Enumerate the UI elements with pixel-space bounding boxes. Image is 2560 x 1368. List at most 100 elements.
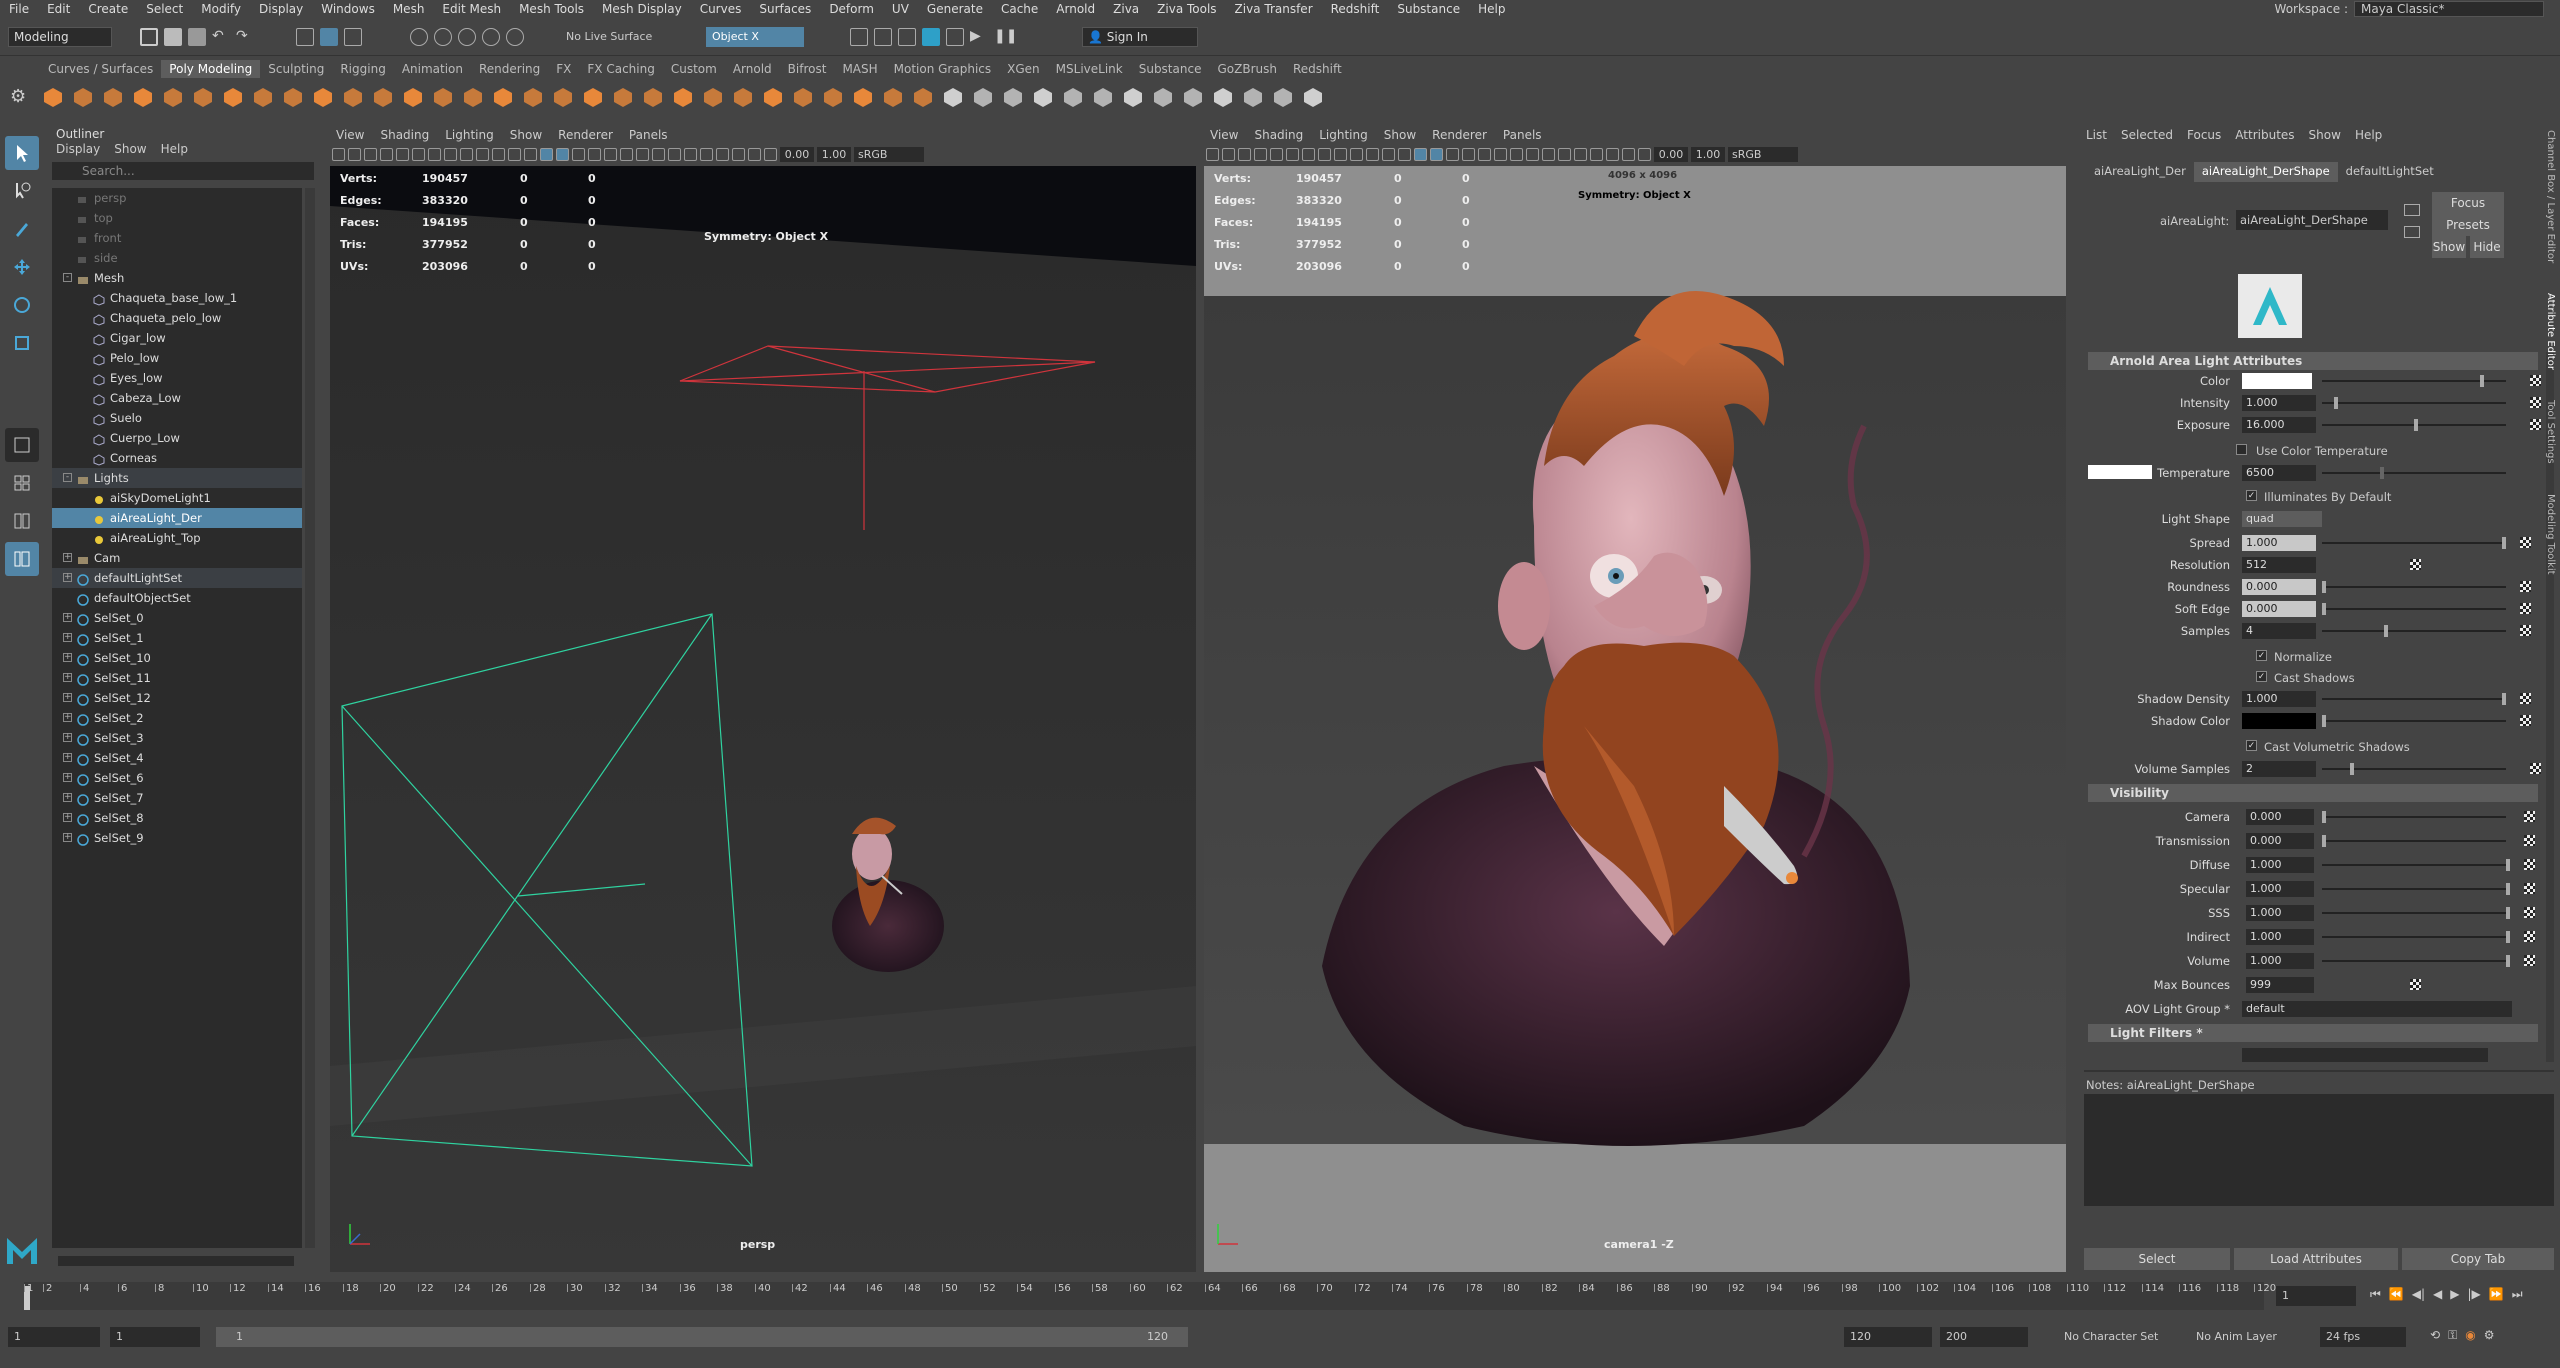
shelf-tab-bifrost[interactable]: Bifrost xyxy=(780,60,835,78)
attr-max-bounces-field[interactable]: 999 xyxy=(2246,977,2314,993)
redo-icon[interactable]: ↷ xyxy=(236,28,254,46)
shelf-plane-icon[interactable] xyxy=(190,84,216,110)
vp1-menu-panels[interactable]: Panels xyxy=(629,128,668,142)
auto-key-icon[interactable]: ◉ xyxy=(2465,1328,2475,1343)
shelf-cone-icon[interactable] xyxy=(130,84,156,110)
outliner-item-selset-4[interactable]: + SelSet_4 xyxy=(52,748,302,768)
outliner-item-corneas[interactable]: Corneas xyxy=(52,448,302,468)
shelf-mirror-icon[interactable] xyxy=(490,84,516,110)
ae-tab-transform[interactable]: aiAreaLight_Der xyxy=(2086,162,2194,182)
attr-sss-slider[interactable] xyxy=(2322,912,2506,914)
outliner-item-selset-6[interactable]: + SelSet_6 xyxy=(52,768,302,788)
shelf-remesh-icon[interactable] xyxy=(610,84,636,110)
snap-grid-icon[interactable] xyxy=(410,28,428,46)
attr-specular-map-icon[interactable] xyxy=(2524,883,2535,894)
viewport-toolbar-icon[interactable] xyxy=(636,147,649,161)
shelf-type-icon[interactable] xyxy=(340,84,366,110)
shelf-tab-mslivelink[interactable]: MSLiveLink xyxy=(1048,60,1131,78)
ipr-render-icon[interactable] xyxy=(874,28,892,46)
viewport-toolbar-icon[interactable] xyxy=(1638,147,1651,161)
section-visibility[interactable]: Visibility xyxy=(2088,784,2538,802)
menu-cache[interactable]: Cache xyxy=(992,2,1047,16)
menu-select[interactable]: Select xyxy=(137,2,192,16)
shelf-tab-mash[interactable]: MASH xyxy=(834,60,885,78)
outliner-item-selset-3[interactable]: + SelSet_3 xyxy=(52,728,302,748)
outliner-item-selset-10[interactable]: + SelSet_10 xyxy=(52,648,302,668)
outliner-menu-help[interactable]: Help xyxy=(161,142,188,160)
ae-show-button[interactable]: Show xyxy=(2432,236,2466,258)
shelf-tab-animation[interactable]: Animation xyxy=(394,60,471,78)
shelf-cylindrical-map-icon[interactable] xyxy=(1090,84,1116,110)
vp2-menu-shading[interactable]: Shading xyxy=(1254,128,1303,142)
cast-shadows-checkbox[interactable]: ✓ xyxy=(2256,671,2267,682)
menu-redshift[interactable]: Redshift xyxy=(1322,2,1389,16)
menu-file[interactable]: File xyxy=(0,2,38,16)
viewport-toolbar-icon[interactable] xyxy=(1350,147,1363,161)
attr-shadow-color-slider[interactable] xyxy=(2322,720,2506,722)
attr-sss-map-icon[interactable] xyxy=(2524,907,2535,918)
render-view-icon[interactable] xyxy=(946,28,964,46)
outliner-menu-show[interactable]: Show xyxy=(114,142,146,160)
viewport-toolbar-icon[interactable] xyxy=(572,147,585,161)
ae-tab-lightset[interactable]: defaultLightSet xyxy=(2338,162,2442,182)
shelf-reduce-icon[interactable] xyxy=(580,84,606,110)
ae-focus-button[interactable]: Focus xyxy=(2432,192,2504,214)
attr-spread-slider[interactable] xyxy=(2322,542,2506,544)
attr-shadow-color-knob[interactable] xyxy=(2322,715,2326,727)
attr-diffuse-field[interactable]: 1.000 xyxy=(2246,857,2314,873)
viewport-camera1[interactable]: View Shading Lighting Show Renderer Pane… xyxy=(1200,126,2070,1276)
viewport-toolbar-icon[interactable] xyxy=(1462,147,1475,161)
viewport-toolbar-icon[interactable] xyxy=(700,147,713,161)
outliner-item-chaqueta-pelo-low[interactable]: Chaqueta_pelo_low xyxy=(52,308,302,328)
step-back-frame-icon[interactable]: ◀| xyxy=(2412,1287,2425,1302)
open-scene-icon[interactable] xyxy=(164,28,182,46)
shelf-cylinder-icon[interactable] xyxy=(100,84,126,110)
expand-toggle-icon[interactable]: + xyxy=(63,633,72,642)
viewport-toolbar-icon[interactable] xyxy=(1542,147,1555,161)
vp1-menu-lighting[interactable]: Lighting xyxy=(445,128,494,142)
anim-layer-dropdown[interactable]: No Anim Layer xyxy=(2196,1330,2277,1343)
character-set-dropdown[interactable]: No Character Set xyxy=(2064,1330,2158,1343)
select-component-icon[interactable] xyxy=(344,28,362,46)
outliner-item-side[interactable]: side xyxy=(52,248,302,268)
viewport-toolbar-icon[interactable] xyxy=(620,147,633,161)
viewport-toolbar-icon[interactable] xyxy=(540,147,553,161)
expand-toggle-icon[interactable]: + xyxy=(63,573,72,582)
snap-view-icon[interactable] xyxy=(482,28,500,46)
hypershade-icon[interactable] xyxy=(922,28,940,46)
attr-volume-samples-knob[interactable] xyxy=(2350,763,2354,775)
viewport-persp[interactable]: View Shading Lighting Show Renderer Pane… xyxy=(326,126,1196,1276)
attr-transmission-slider[interactable] xyxy=(2322,840,2506,842)
attr-samples-knob[interactable] xyxy=(2384,625,2388,637)
ae-menu-focus[interactable]: Focus xyxy=(2187,128,2221,142)
render-settings-icon[interactable] xyxy=(898,28,916,46)
attr-spread-field[interactable]: 1.000 xyxy=(2242,535,2316,551)
shelf-combine-icon[interactable] xyxy=(430,84,456,110)
viewport-colorspace-field[interactable]: sRGB gamma xyxy=(1728,146,1798,176)
attr-shadow-density-map-icon[interactable] xyxy=(2520,693,2531,704)
attr-indirect-slider[interactable] xyxy=(2322,936,2506,938)
viewport-toolbar-icon[interactable] xyxy=(428,147,441,161)
viewport-toolbar-icon[interactable] xyxy=(748,147,761,161)
outliner-item-selset-1[interactable]: + SelSet_1 xyxy=(52,628,302,648)
fps-dropdown[interactable]: 24 fps xyxy=(2320,1327,2406,1347)
snap-curve-icon[interactable] xyxy=(434,28,452,46)
menu-edit-mesh[interactable]: Edit Mesh xyxy=(433,2,510,16)
attr-volume-samples-field[interactable]: 2 xyxy=(2242,761,2316,777)
shelf-tab-sculpting[interactable]: Sculpting xyxy=(260,60,332,78)
menu-surfaces[interactable]: Surfaces xyxy=(750,2,820,16)
expand-toggle-icon[interactable]: + xyxy=(63,753,72,762)
shelf-tab-poly-modeling[interactable]: Poly Modeling xyxy=(161,60,261,78)
range-bar[interactable]: 1 120 xyxy=(216,1327,1188,1347)
attr-resolution-map-icon[interactable] xyxy=(2410,559,2421,570)
outliner-item-mesh[interactable]: - Mesh xyxy=(52,268,302,288)
expand-toggle-icon[interactable]: + xyxy=(63,773,72,782)
viewport-toolbar-icon[interactable] xyxy=(764,147,777,161)
outliner-item-defaultlightset[interactable]: + defaultLightSet xyxy=(52,568,302,588)
attr-shadow-density-knob[interactable] xyxy=(2502,693,2506,705)
outliner-menu-display[interactable]: Display xyxy=(56,142,100,160)
attr-aov-field[interactable]: default xyxy=(2242,1001,2512,1017)
outliner-item-selset-11[interactable]: + SelSet_11 xyxy=(52,668,302,688)
attr-volume-map-icon[interactable] xyxy=(2524,955,2535,966)
expand-toggle-icon[interactable]: + xyxy=(63,793,72,802)
